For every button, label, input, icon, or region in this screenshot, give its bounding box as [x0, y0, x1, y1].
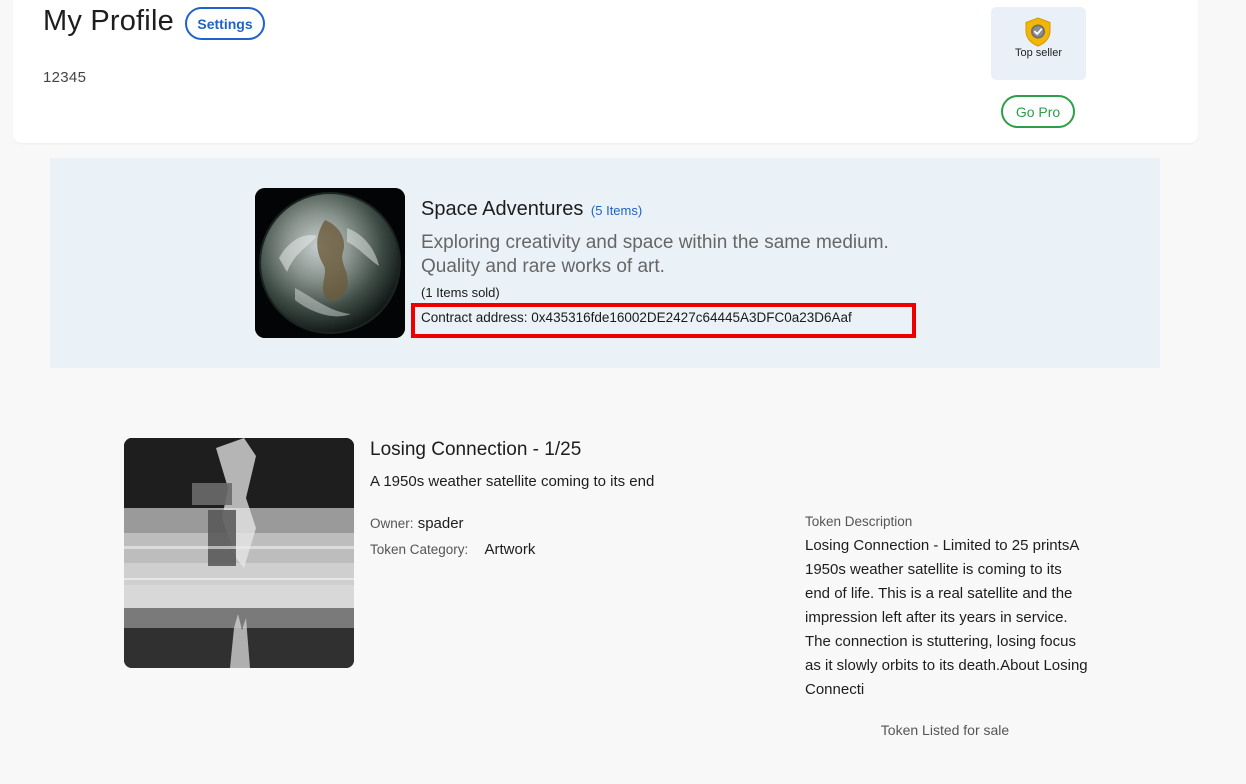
collection-title: Space Adventures (5 Items): [421, 198, 642, 221]
go-pro-button[interactable]: Go Pro: [1001, 95, 1075, 128]
earth-image: [255, 188, 405, 338]
items-sold-count: (1 Items sold): [421, 285, 500, 300]
owner-label: Owner:: [370, 516, 414, 531]
token-description-heading: Token Description: [805, 514, 913, 529]
contract-address: Contract address: 0x435316fde16002DE2427…: [421, 310, 852, 325]
settings-button[interactable]: Settings: [185, 7, 265, 40]
badge-label: Top seller: [1014, 47, 1063, 59]
category-value: Artwork: [484, 541, 536, 558]
owner-row: Owner: spader: [370, 515, 464, 532]
owner-value[interactable]: spader: [418, 515, 464, 532]
collection-image[interactable]: [255, 188, 405, 338]
token-title[interactable]: Losing Connection - 1/25: [370, 439, 581, 461]
token-subtitle: A 1950s weather satellite coming to its …: [370, 473, 655, 490]
token-status: Token Listed for sale: [880, 722, 1010, 738]
collection-description: Exploring creativity and space within th…: [421, 232, 889, 277]
page-title: My Profile: [43, 5, 174, 37]
category-row: Token Category: Artwork: [370, 541, 535, 558]
token-description: Losing Connection - Limited to 25 prints…: [805, 537, 1088, 698]
user-id: 12345: [43, 69, 87, 86]
collection-item-count[interactable]: (5 Items): [591, 203, 642, 218]
category-label: Token Category:: [370, 542, 469, 557]
collection-name: Space Adventures: [421, 198, 584, 220]
token-image[interactable]: [124, 438, 354, 668]
shield-check-icon: [1025, 17, 1051, 47]
satellite-glitch-image: [124, 438, 354, 668]
top-seller-badge: Top seller: [991, 7, 1086, 80]
